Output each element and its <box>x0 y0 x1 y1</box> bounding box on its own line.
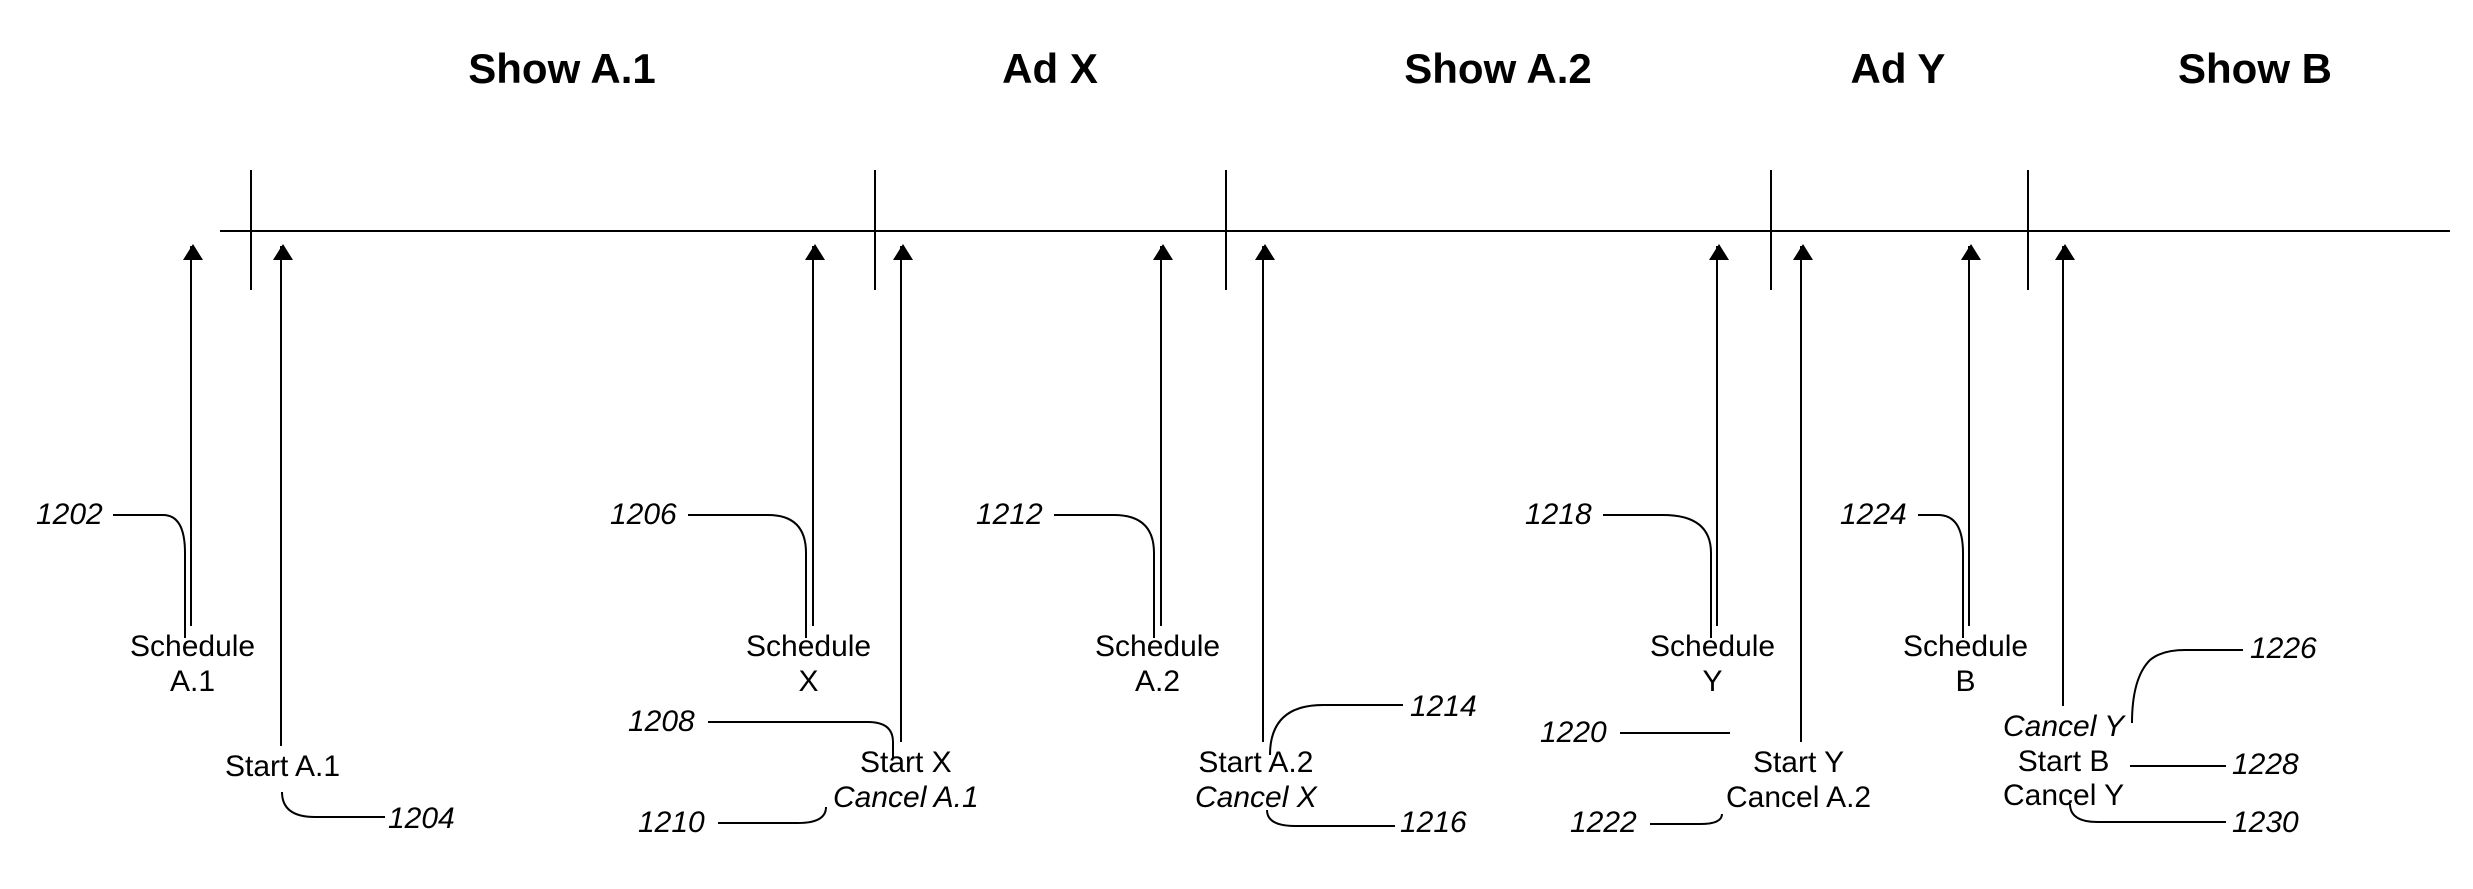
ref-1214: 1214 <box>1410 690 1477 724</box>
segment-show-a1: Show A.1 <box>468 45 655 93</box>
ref-1228: 1228 <box>2232 748 2299 782</box>
ref-1222: 1222 <box>1570 806 1637 840</box>
leader-1224 <box>1918 513 1988 643</box>
leader-1210 <box>718 805 838 841</box>
arrow-start-y <box>1800 246 1802 742</box>
segment-ad-x: Ad X <box>1002 45 1098 93</box>
leader-1214 <box>1268 700 1408 760</box>
leader-1226 <box>2130 648 2248 728</box>
leader-1220 <box>1620 731 1740 755</box>
leader-1202 <box>113 513 205 643</box>
ref-1230: 1230 <box>2232 806 2299 840</box>
divider-y-b <box>2027 170 2029 290</box>
ref-1212: 1212 <box>976 498 1043 532</box>
segment-show-b: Show B <box>2178 45 2332 93</box>
arrow-start-b <box>2062 246 2064 706</box>
label-start-y: Start Y Cancel A.2 <box>1726 746 1871 815</box>
ref-1208: 1208 <box>628 705 695 739</box>
timeline-diagram: Show A.1 Ad X Show A.2 Ad Y Show B Sched… <box>0 0 2473 889</box>
leader-1218 <box>1603 513 1729 643</box>
ref-1204: 1204 <box>388 802 455 836</box>
divider-x-a2 <box>1225 170 1227 290</box>
leader-1228 <box>2130 762 2230 770</box>
divider-start <box>250 170 252 290</box>
leader-1212 <box>1054 513 1174 643</box>
label-start-b: Cancel Y Start B Cancel Y <box>2003 710 2124 814</box>
ref-1216: 1216 <box>1400 806 1467 840</box>
ref-1206: 1206 <box>610 498 677 532</box>
timeline-axis <box>220 230 2450 232</box>
arrow-start-x <box>900 246 902 742</box>
ref-1220: 1220 <box>1540 716 1607 750</box>
leader-1208 <box>708 720 918 762</box>
ref-1210: 1210 <box>638 806 705 840</box>
ref-1202: 1202 <box>36 498 103 532</box>
divider-a1-x <box>874 170 876 290</box>
leader-1230 <box>2068 804 2230 840</box>
segment-ad-y: Ad Y <box>1851 45 1946 93</box>
segment-show-a2: Show A.2 <box>1404 45 1591 93</box>
ref-1224: 1224 <box>1840 498 1907 532</box>
leader-1216 <box>1265 810 1401 846</box>
arrow-start-a1 <box>280 246 282 746</box>
leader-1204 <box>280 792 390 837</box>
leader-1222 <box>1650 812 1732 840</box>
ref-1218: 1218 <box>1525 498 1592 532</box>
arrow-start-a2 <box>1262 246 1264 742</box>
divider-a2-y <box>1770 170 1772 290</box>
leader-1206 <box>688 513 828 643</box>
ref-1226: 1226 <box>2250 632 2317 666</box>
label-start-a1: Start A.1 <box>225 750 340 785</box>
